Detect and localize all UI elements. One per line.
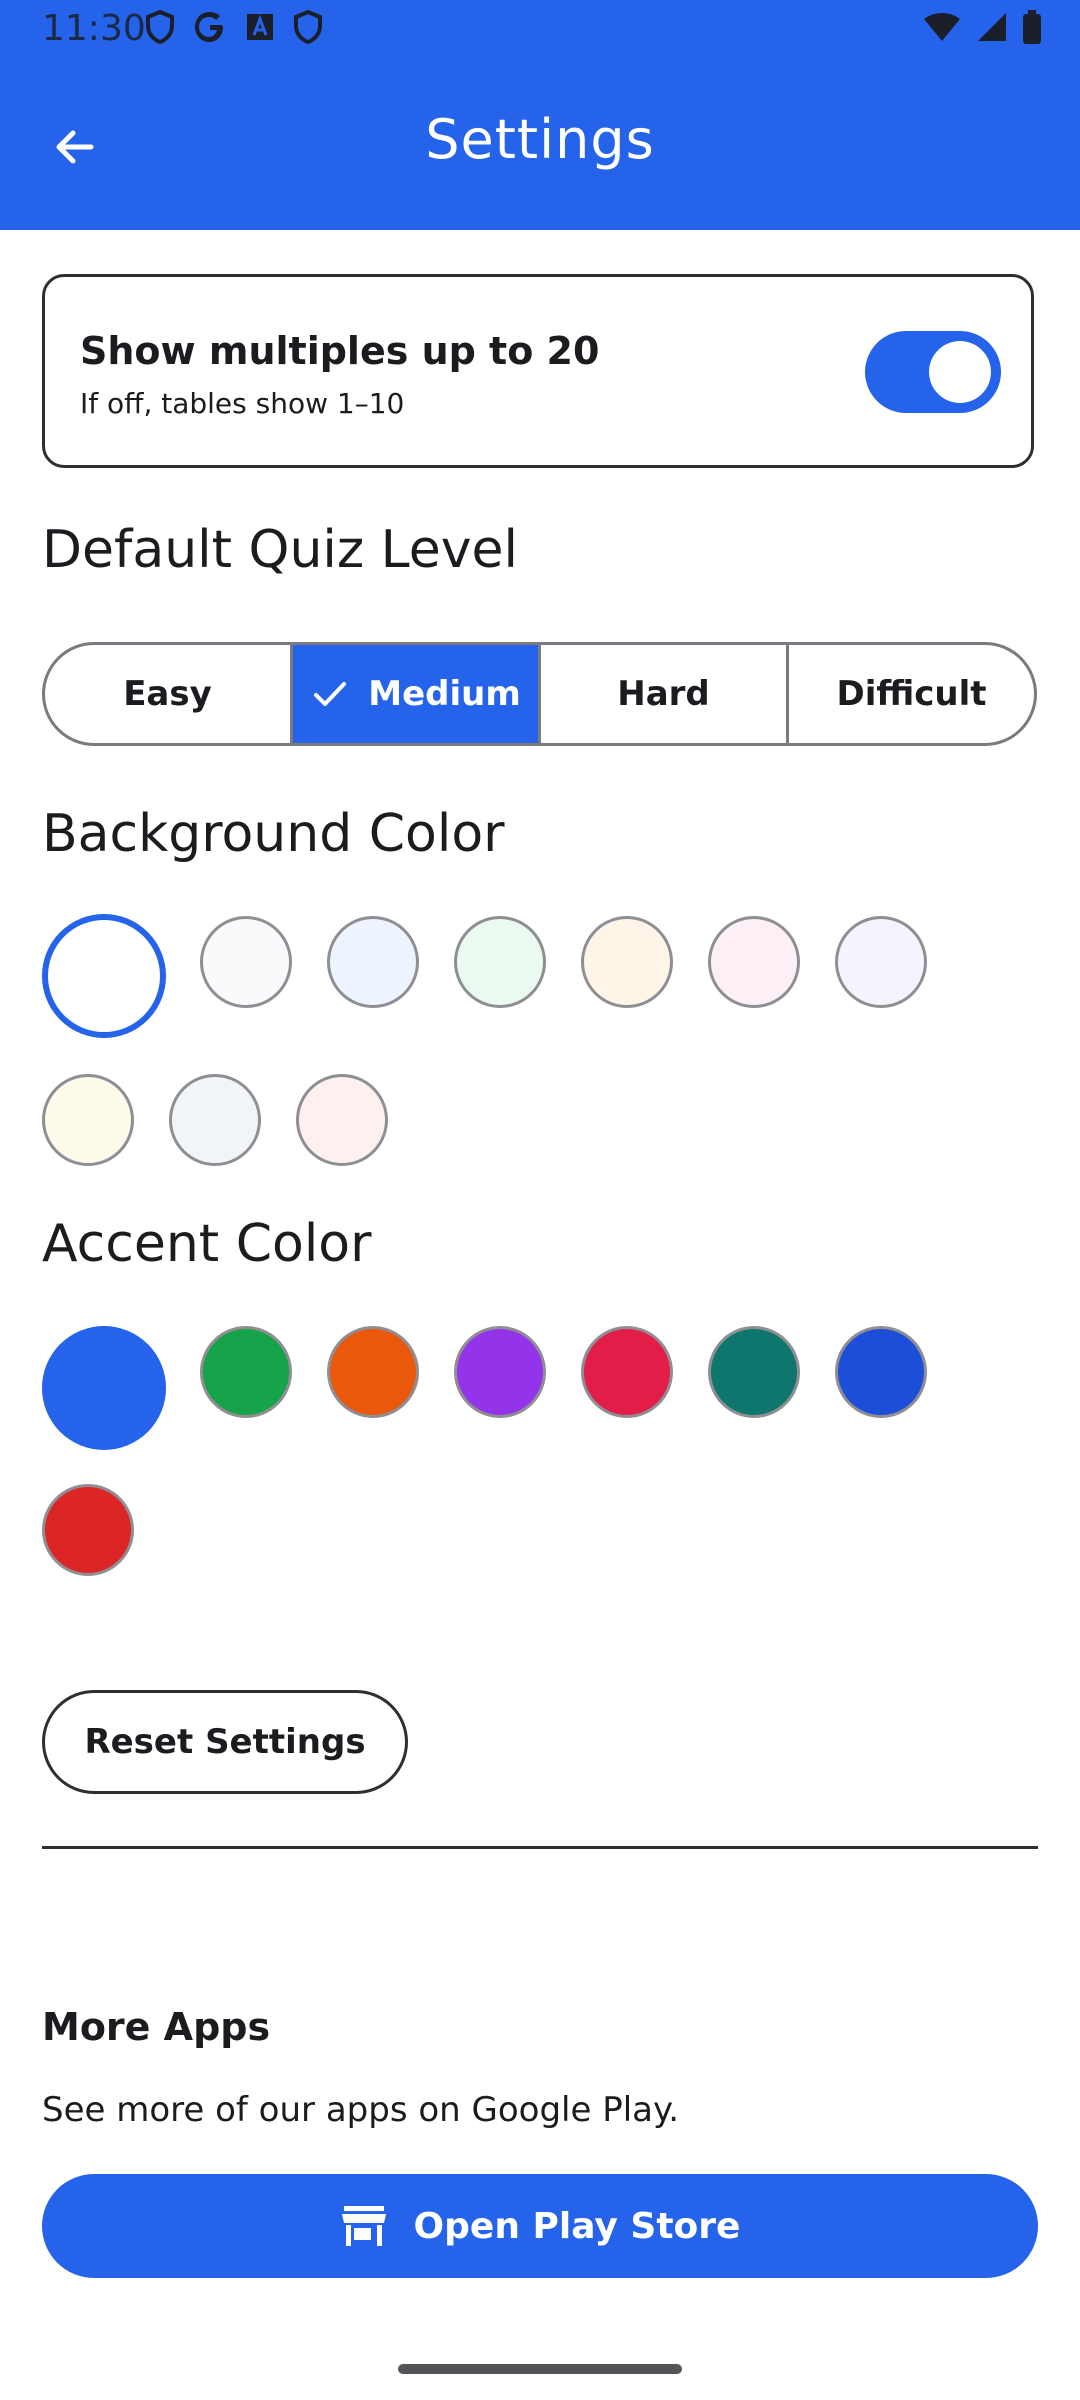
bg-swatch-4[interactable] [454, 916, 546, 1008]
quiz-level-medium-label: Medium [368, 674, 521, 714]
accent-swatch-8[interactable] [42, 1484, 134, 1576]
bg-swatch-5[interactable] [581, 916, 673, 1008]
open-play-store-label: Open Play Store [413, 2205, 741, 2247]
accent-swatch-5[interactable] [581, 1326, 673, 1418]
background-color-heading: Background Color [42, 804, 505, 864]
font-a-icon [247, 14, 273, 40]
reset-settings-label: Reset Settings [84, 1722, 366, 1762]
top-app-bar: 11:30 Settings [0, 0, 1080, 230]
quiz-level-difficult[interactable]: Difficult [789, 645, 1034, 743]
accent-swatch-1[interactable] [42, 1326, 166, 1450]
divider [42, 1846, 1038, 1849]
battery-icon [1023, 10, 1041, 44]
quiz-level-segmented: Easy Medium Hard Difficult [42, 642, 1037, 746]
home-indicator[interactable] [398, 2364, 682, 2374]
status-right-icons [922, 10, 1042, 44]
multiples-card: Show multiples up to 20 If off, tables s… [42, 274, 1034, 468]
more-apps-title: More Apps [42, 2005, 271, 2049]
accent-color-heading: Accent Color [42, 1214, 372, 1274]
open-play-store-button[interactable]: Open Play Store [42, 2174, 1038, 2278]
multiples-title: Show multiples up to 20 [80, 329, 600, 373]
quiz-level-difficult-label: Difficult [836, 674, 987, 714]
accent-swatch-7[interactable] [835, 1326, 927, 1418]
switch-knob [929, 341, 991, 403]
bg-swatch-3[interactable] [327, 916, 419, 1008]
wifi-icon [924, 13, 960, 41]
quiz-level-easy[interactable]: Easy [45, 645, 293, 743]
shield-icon [294, 10, 322, 44]
bg-swatch-2[interactable] [200, 916, 292, 1008]
page-title: Settings [425, 108, 655, 171]
more-apps-description: See more of our apps on Google Play. [42, 2090, 680, 2130]
bg-swatch-10[interactable] [296, 1074, 388, 1166]
shield-icon [146, 10, 174, 44]
bg-swatch-9[interactable] [169, 1074, 261, 1166]
check-icon [314, 682, 347, 706]
accent-swatch-6[interactable] [708, 1326, 800, 1418]
bg-swatch-7[interactable] [835, 916, 927, 1008]
quiz-level-hard[interactable]: Hard [541, 645, 789, 743]
bg-swatch-8[interactable] [42, 1074, 134, 1166]
quiz-level-easy-label: Easy [123, 674, 212, 714]
reset-settings-button[interactable]: Reset Settings [42, 1690, 408, 1794]
signal-icon [978, 13, 1006, 41]
multiples-subtitle: If off, tables show 1–10 [80, 387, 405, 420]
google-icon [195, 12, 223, 42]
status-left-icons [145, 10, 323, 44]
accent-swatch-3[interactable] [327, 1326, 419, 1418]
bg-swatch-1[interactable] [42, 914, 166, 1038]
multiples-switch[interactable] [865, 331, 1001, 413]
accent-swatch-2[interactable] [200, 1326, 292, 1418]
bg-swatch-6[interactable] [708, 916, 800, 1008]
quiz-level-heading: Default Quiz Level [42, 520, 518, 580]
quiz-level-hard-label: Hard [617, 674, 710, 714]
accent-swatch-4[interactable] [454, 1326, 546, 1418]
quiz-level-medium[interactable]: Medium [293, 645, 541, 743]
status-time: 11:30 [42, 8, 146, 49]
store-icon [341, 2206, 386, 2246]
